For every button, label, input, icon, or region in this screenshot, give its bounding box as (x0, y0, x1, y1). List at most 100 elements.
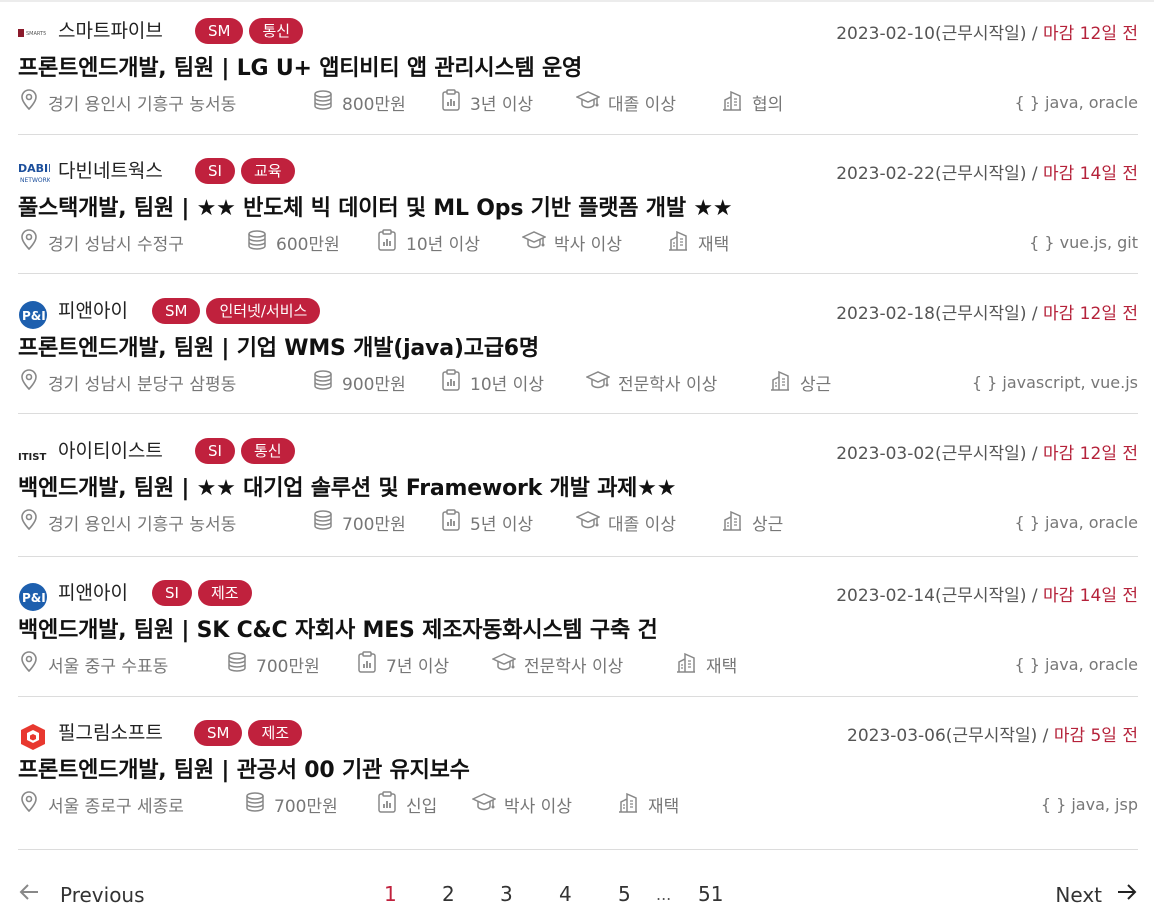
location-text: 서울 종로구 세종로 (48, 797, 184, 817)
education-text: 박사 이상 (504, 797, 572, 817)
building-icon (720, 508, 744, 537)
company-logo: P&I (18, 582, 50, 611)
date-info: 2023-02-10(근무시작일) / 마감 12일 전 (836, 19, 1138, 44)
company-logo (18, 722, 50, 750)
salary: 900만원 (312, 368, 406, 397)
job-title[interactable]: 백엔드개발, 팀원 | ★★ 대기업 솔루션 및 Framework 개발 과제… (18, 470, 676, 502)
page-4-link[interactable]: 4 (559, 882, 572, 906)
job-card[interactable]: 필그림소프트 SM 제조 2023-03-06(근무시작일) / 마감 5일 전… (18, 716, 1138, 850)
location: 경기 용인시 기흥구 농서동 (18, 88, 236, 117)
education: 박사 이상 (471, 790, 572, 819)
coin-stack-icon (312, 88, 334, 117)
experience: 10년 이상 (376, 228, 480, 257)
coin-stack-icon (312, 368, 334, 397)
education: 박사 이상 (521, 228, 622, 257)
experience-text: 3년 이상 (470, 95, 534, 115)
company-logo: ITIST (18, 440, 50, 466)
date-info: 2023-02-14(근무시작일) / 마감 14일 전 (836, 581, 1138, 606)
tag-badge: SI (195, 438, 235, 464)
job-card[interactable]: P&I 피앤아이 SI 제조 2023-02-14(근무시작일) / 마감 14… (18, 576, 1138, 697)
location-pin-icon (18, 88, 40, 117)
page-5-link[interactable]: 5 (618, 882, 631, 906)
education-text: 전문학사 이상 (524, 657, 624, 677)
location: 경기 성남시 분당구 삼평동 (18, 368, 236, 397)
job-meta: 경기 성남시 분당구 삼평동 900만원 10년 이상 전문학사 이상 상근 {… (18, 368, 1138, 398)
job-title[interactable]: 풀스택개발, 팀원 | ★★ 반도체 빅 데이터 및 ML Ops 기반 플랫폼… (18, 190, 733, 222)
skills: { } java, oracle (1014, 93, 1138, 112)
job-card[interactable]: DABIN NETWORK 다빈네트웍스 SI 교육 2023-02-22(근무시… (18, 154, 1138, 274)
date-separator: / (1031, 24, 1038, 44)
experience-text: 10년 이상 (470, 375, 544, 395)
deadline: 마감 14일 전 (1043, 164, 1138, 184)
start-date: 2023-02-14(근무시작일) (836, 586, 1027, 606)
svg-text:NETWORK: NETWORK (20, 177, 50, 184)
page-last-link[interactable]: 51 (698, 882, 723, 906)
previous-label: Previous (60, 882, 145, 907)
company-logo: P&I (18, 300, 50, 329)
pagination: Previous 1 2 3 4 5 ... 51 Next (0, 870, 1154, 911)
tag-badge: SM (195, 18, 244, 44)
company-name[interactable]: 스마트파이브 (58, 16, 163, 43)
company-name[interactable]: 피앤아이 (58, 578, 128, 605)
start-date: 2023-02-10(근무시작일) (836, 24, 1027, 44)
svg-text:DABIN: DABIN (18, 162, 50, 175)
date-info: 2023-03-02(근무시작일) / 마감 12일 전 (836, 439, 1138, 464)
job-meta: 서울 중구 수표동 700만원 7년 이상 전문학사 이상 재택 { } jav… (18, 650, 1138, 680)
company-name[interactable]: 피앤아이 (58, 296, 128, 323)
location-text: 경기 용인시 기흥구 농서동 (48, 515, 237, 535)
deadline: 마감 12일 전 (1043, 304, 1138, 324)
location-pin-icon (18, 790, 40, 819)
tag-list: SI 교육 (195, 158, 295, 184)
salary: 800만원 (312, 88, 406, 117)
experience-text: 신입 (406, 797, 438, 817)
date-separator: / (1031, 164, 1038, 184)
next-label: Next (1055, 882, 1102, 907)
graduation-cap-icon (575, 88, 601, 117)
location: 경기 용인시 기흥구 농서동 (18, 508, 236, 537)
page-1-link[interactable]: 1 (384, 882, 397, 906)
work-type-text: 협의 (752, 95, 784, 115)
experience: 10년 이상 (440, 368, 544, 397)
company-name[interactable]: 아이티이스트 (58, 436, 163, 463)
building-icon (616, 790, 640, 819)
job-title[interactable]: 프론트엔드개발, 팀원 | 관공서 00 기관 유지보수 (18, 752, 470, 784)
skills: { } javascript, vue.js (971, 373, 1138, 392)
graduation-cap-icon (575, 508, 601, 537)
education-text: 대졸 이상 (608, 515, 676, 535)
job-title[interactable]: 프론트엔드개발, 팀원 | 기업 WMS 개발(java)고급6명 (18, 330, 539, 362)
next-button[interactable]: Next (1055, 882, 1138, 907)
arrow-left-icon (18, 882, 40, 907)
education-text: 전문학사 이상 (618, 375, 718, 395)
experience: 3년 이상 (440, 88, 533, 117)
education: 전문학사 이상 (491, 650, 624, 679)
building-icon (666, 228, 690, 257)
job-title[interactable]: 프론트엔드개발, 팀원 | LG U+ 앱티비티 앱 관리시스템 운영 (18, 50, 582, 82)
tag-badge: 통신 (249, 18, 304, 44)
job-card[interactable]: ITIST 아이티이스트 SI 통신 2023-03-02(근무시작일) / 마… (18, 434, 1138, 557)
graduation-cap-icon (491, 650, 517, 679)
skills: { } java, oracle (1014, 655, 1138, 674)
job-title[interactable]: 백엔드개발, 팀원 | SK C&C 자회사 MES 제조자동화시스템 구축 건 (18, 612, 658, 644)
job-card[interactable]: P&I 피앤아이 SM 인터넷/서비스 2023-02-18(근무시작일) / … (18, 294, 1138, 414)
page-3-link[interactable]: 3 (500, 882, 513, 906)
graduation-cap-icon (585, 368, 611, 397)
location-text: 경기 용인시 기흥구 농서동 (48, 95, 237, 115)
page-ellipsis: ... (656, 885, 672, 904)
page-2-link[interactable]: 2 (442, 882, 455, 906)
company-name[interactable]: 필그림소프트 (58, 718, 163, 745)
company-name[interactable]: 다빈네트웍스 (58, 156, 163, 183)
salary: 700만원 (226, 650, 320, 679)
date-info: 2023-02-18(근무시작일) / 마감 12일 전 (836, 299, 1138, 324)
salary-text: 900만원 (342, 375, 406, 395)
job-list-page: SMART5 스마트파이브 SM 통신 2023-02-10(근무시작일) / … (0, 0, 1154, 911)
previous-button[interactable]: Previous (18, 882, 145, 907)
location-pin-icon (18, 650, 40, 679)
skills: { } java, jsp (1040, 795, 1138, 814)
work-type: 협의 (720, 88, 783, 117)
work-type-text: 재택 (648, 797, 680, 817)
job-meta: 경기 용인시 기흥구 농서동 700만원 5년 이상 대졸 이상 상근 { } … (18, 508, 1138, 538)
work-type: 재택 (666, 228, 729, 257)
job-card[interactable]: SMART5 스마트파이브 SM 통신 2023-02-10(근무시작일) / … (18, 14, 1138, 135)
work-type: 재택 (674, 650, 737, 679)
salary-text: 700만원 (342, 515, 406, 535)
